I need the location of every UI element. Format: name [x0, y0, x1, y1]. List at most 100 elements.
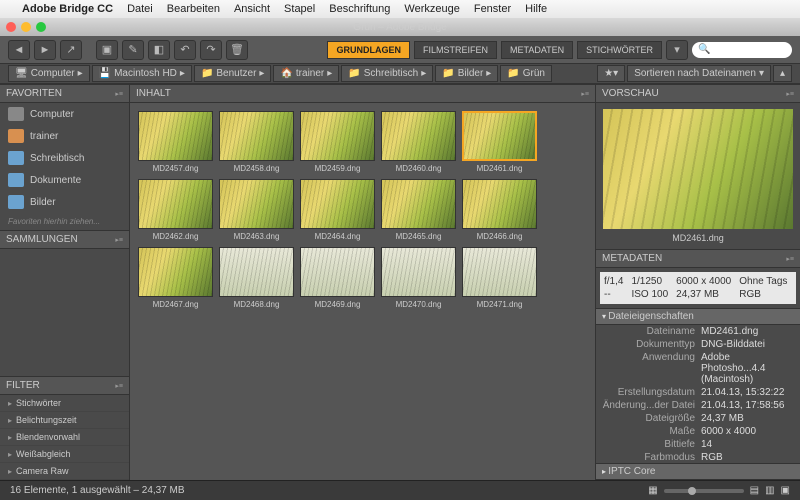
camera-icon[interactable]: ▣	[96, 40, 118, 60]
tab-grundlagen[interactable]: GRUNDLAGEN	[327, 41, 410, 59]
metadata-row: Maße6000 x 4000	[596, 425, 800, 438]
menu-item[interactable]: Werkzeuge	[404, 3, 459, 15]
thumb-image[interactable]	[219, 111, 294, 161]
crumb-gruen[interactable]: 📁 Grün	[500, 65, 552, 82]
tab-filmstreifen[interactable]: FILMSTREIFEN	[414, 41, 497, 59]
sort-asc-icon[interactable]: ▴	[773, 65, 792, 82]
fav-trainer[interactable]: trainer	[0, 125, 129, 147]
thumb-image[interactable]	[219, 179, 294, 229]
view-mode-icon[interactable]: ▥	[765, 485, 774, 496]
content-header[interactable]: INHALT▸≡	[130, 84, 595, 103]
thumbnail[interactable]: MD2470.dng	[381, 247, 456, 309]
app-name[interactable]: Adobe Bridge CC	[22, 3, 113, 15]
iptc-header[interactable]: ▸ IPTC Core	[596, 463, 800, 480]
grid-view-icon[interactable]: ▦	[648, 485, 657, 496]
metadata-list: DateinameMD2461.dngDokumenttypDNG-Bildda…	[596, 325, 800, 463]
filter-keywords[interactable]: Stichwörter	[0, 395, 129, 412]
thumb-image[interactable]	[138, 247, 213, 297]
search-input[interactable]: 🔍	[692, 42, 792, 58]
trash-icon[interactable]: 🗑	[226, 40, 248, 60]
output-icon[interactable]: ◧	[148, 40, 170, 60]
thumb-image[interactable]	[138, 111, 213, 161]
thumb-image[interactable]	[381, 111, 456, 161]
tab-metadaten[interactable]: METADATEN	[501, 41, 573, 59]
thumbnail[interactable]: MD2462.dng	[138, 179, 213, 241]
crumb-desktop[interactable]: 📁 Schreibtisch ▸	[341, 65, 433, 82]
filter-rating-icon[interactable]: ★▾	[597, 65, 625, 82]
iso-value: ISO 100	[631, 289, 668, 300]
preview-header[interactable]: VORSCHAU▸≡	[596, 84, 800, 103]
thumbnail[interactable]: MD2466.dng	[462, 179, 537, 241]
thumbnail[interactable]: MD2458.dng	[219, 111, 294, 173]
menu-item[interactable]: Hilfe	[525, 3, 547, 15]
forward-button[interactable]: ►	[34, 40, 56, 60]
minimize-button[interactable]	[21, 22, 31, 32]
thumb-label: MD2461.dng	[477, 164, 523, 173]
fav-schreibtisch[interactable]: Schreibtisch	[0, 147, 129, 169]
collections-header[interactable]: SAMMLUNGEN▸≡	[0, 230, 129, 249]
thumbnail[interactable]: MD2467.dng	[138, 247, 213, 309]
fav-bilder[interactable]: Bilder	[0, 191, 129, 213]
thumb-image[interactable]	[381, 247, 456, 297]
thumbnail[interactable]: MD2465.dng	[381, 179, 456, 241]
thumb-image[interactable]	[219, 247, 294, 297]
thumb-label: MD2464.dng	[315, 232, 361, 241]
filter-header[interactable]: FILTER▸≡	[0, 376, 129, 395]
metadata-header[interactable]: METADATEN▸≡	[596, 249, 800, 268]
thumbnail[interactable]: MD2468.dng	[219, 247, 294, 309]
zoom-button[interactable]	[36, 22, 46, 32]
filter-cameraraw[interactable]: Camera Raw	[0, 463, 129, 480]
crumb-bilder[interactable]: 📁 Bilder ▸	[435, 65, 498, 82]
menu-item[interactable]: Bearbeiten	[167, 3, 220, 15]
menu-item[interactable]: Fenster	[474, 3, 511, 15]
thumb-image[interactable]	[381, 179, 456, 229]
tab-stichwoerter[interactable]: STICHWÖRTER	[577, 41, 662, 59]
view-mode-icon[interactable]: ▤	[750, 485, 759, 496]
close-button[interactable]	[6, 22, 16, 32]
rotate-cw-icon[interactable]: ↷	[200, 40, 222, 60]
back-button[interactable]: ◄	[8, 40, 30, 60]
reveal-icon[interactable]: ↗	[60, 40, 82, 60]
thumbnail[interactable]: MD2460.dng	[381, 111, 456, 173]
file-properties-header[interactable]: ▾ Dateieigenschaften	[596, 308, 800, 325]
thumb-label: MD2457.dng	[153, 164, 199, 173]
thumb-image[interactable]	[300, 111, 375, 161]
thumb-image[interactable]	[462, 179, 537, 229]
thumbnail[interactable]: MD2461.dng	[462, 111, 537, 173]
thumbnail[interactable]: MD2464.dng	[300, 179, 375, 241]
metadata-row: Bittiefe14	[596, 438, 800, 451]
filter-whitebalance[interactable]: Weißabgleich	[0, 446, 129, 463]
crumb-users[interactable]: 📁 Benutzer ▸	[194, 65, 272, 82]
crumb-trainer[interactable]: 🏠 trainer ▸	[273, 65, 339, 82]
filter-exposure[interactable]: Belichtungszeit	[0, 412, 129, 429]
dims-value: 6000 x 4000	[676, 276, 731, 287]
thumbnail-grid[interactable]: MD2457.dng MD2458.dngMD2459.dngMD2460.dng…	[130, 103, 595, 480]
menu-item[interactable]: Stapel	[284, 3, 315, 15]
thumb-image[interactable]	[462, 111, 537, 161]
preview-image[interactable]	[603, 109, 793, 229]
thumb-image[interactable]	[138, 179, 213, 229]
thumbnail[interactable]: MD2459.dng	[300, 111, 375, 173]
rotate-ccw-icon[interactable]: ↶	[174, 40, 196, 60]
crumb-computer[interactable]: 🖥 Computer ▸	[8, 65, 90, 82]
crumb-hd[interactable]: 💾 Macintosh HD ▸	[92, 65, 192, 82]
thumbnail[interactable]: MD2471.dng	[462, 247, 537, 309]
thumbnail-size-slider[interactable]	[664, 489, 744, 493]
thumb-image[interactable]	[462, 247, 537, 297]
thumb-image[interactable]	[300, 247, 375, 297]
view-mode-icon[interactable]: ▣	[781, 485, 790, 496]
menu-item[interactable]: Beschriftung	[329, 3, 390, 15]
favorites-header[interactable]: FAVORITEN▸≡	[0, 84, 129, 103]
refine-icon[interactable]: ✎	[122, 40, 144, 60]
thumbnail[interactable]: MD2463.dng	[219, 179, 294, 241]
fav-dokumente[interactable]: Dokumente	[0, 169, 129, 191]
thumbnail[interactable]: MD2457.dng	[138, 111, 213, 173]
workspace-menu-icon[interactable]: ▾	[666, 40, 688, 60]
menu-item[interactable]: Ansicht	[234, 3, 270, 15]
filter-aperture[interactable]: Blendenvorwahl	[0, 429, 129, 446]
thumb-image[interactable]	[300, 179, 375, 229]
menu-item[interactable]: Datei	[127, 3, 153, 15]
sort-dropdown[interactable]: Sortieren nach Dateinamen ▾	[627, 65, 771, 82]
thumbnail[interactable]: MD2469.dng	[300, 247, 375, 309]
fav-computer[interactable]: Computer	[0, 103, 129, 125]
